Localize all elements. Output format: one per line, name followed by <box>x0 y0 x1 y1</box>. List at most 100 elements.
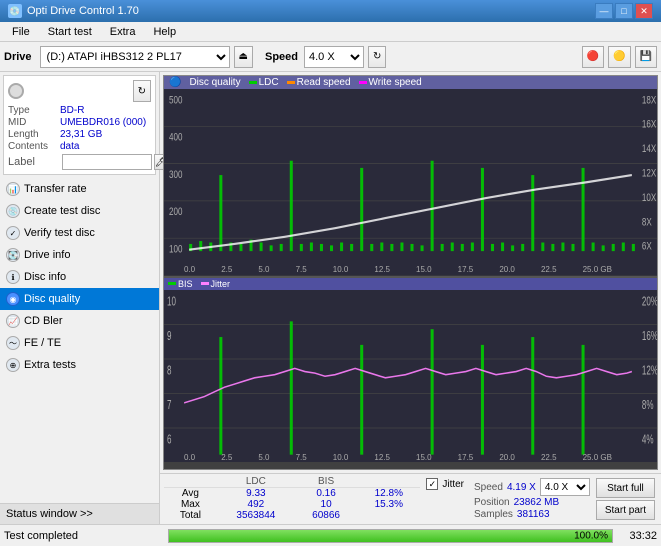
start-full-button[interactable]: Start full <box>596 478 655 498</box>
jitter-avg: 12.8% <box>357 488 420 500</box>
progress-bar: 100.0% <box>168 529 613 543</box>
chart-top: 500 400 300 200 100 18X 16X 14X 12X 10X … <box>164 89 657 276</box>
eject-button[interactable]: ⏏ <box>234 46 253 68</box>
right-panel: 🔵 Disc quality LDC Read speed Write spee… <box>160 72 661 524</box>
menu-extra[interactable]: Extra <box>102 24 144 40</box>
ldc-avg: 9.33 <box>217 488 295 500</box>
speed-info-panel: Speed 4.19 X 4.0 X Position 23862 MB Sam… <box>470 476 594 522</box>
bx-label-225: 22.5 <box>541 453 557 462</box>
sidebar-item-cd-bler[interactable]: 📈 CD Bler <box>0 310 159 332</box>
jitter-max: 15.3% <box>357 499 420 510</box>
minimize-button[interactable]: — <box>595 3 613 19</box>
chart-bottom-svg: 10 9 8 7 6 20% 16% 12% 8% 4% <box>164 290 657 463</box>
legend-jitter-dot <box>201 282 209 285</box>
app-title: Opti Drive Control 1.70 <box>27 5 139 17</box>
refresh-button[interactable]: ↻ <box>368 46 386 68</box>
save-button[interactable]: 💾 <box>635 46 657 68</box>
progress-text: 100.0% <box>574 530 608 541</box>
menu-file[interactable]: File <box>4 24 38 40</box>
stats-max-row: Max 492 10 15.3% <box>164 499 420 510</box>
legend-write-speed: Write speed <box>359 77 422 88</box>
sidebar-item-create-test-disc[interactable]: 💿 Create test disc <box>0 200 159 222</box>
title-bar-left: 💿 Opti Drive Control 1.70 <box>8 4 139 18</box>
svg-text:6X: 6X <box>642 240 652 253</box>
bx-label-200: 20.0 <box>499 453 515 462</box>
sidebar-item-fe-te[interactable]: 〜 FE / TE <box>0 332 159 354</box>
sidebar-item-verify-test-disc[interactable]: ✓ Verify test disc <box>0 222 159 244</box>
sidebar-item-disc-quality[interactable]: ◉ Disc quality <box>0 288 159 310</box>
jitter-label: Jitter <box>442 479 464 490</box>
disc-mid-row: MID UMEBDR016 (000) <box>8 117 151 128</box>
svg-text:8X: 8X <box>642 216 652 229</box>
jitter-section: ✓ Jitter <box>420 476 470 492</box>
svg-text:16%: 16% <box>642 329 657 343</box>
col-header-empty <box>164 476 217 488</box>
app-icon: 💿 <box>8 4 22 18</box>
status-window-button[interactable]: Status window >> <box>0 503 159 524</box>
chart-header: 🔵 Disc quality LDC Read speed Write spee… <box>164 76 657 89</box>
menu-bar: File Start test Extra Help <box>0 22 661 42</box>
chart-bottom-header: BIS Jitter <box>164 278 657 290</box>
x-label-225: 22.5 <box>541 265 557 274</box>
disc-refresh-btn[interactable]: ↻ <box>133 80 151 102</box>
speed-label: Speed <box>474 482 503 493</box>
legend-read-dot <box>287 81 295 84</box>
nav-label-drive: Drive info <box>24 249 70 261</box>
nav-label-disc-info: Disc info <box>24 271 66 283</box>
menu-help[interactable]: Help <box>145 24 184 40</box>
legend-ldc-label: LDC <box>259 77 279 88</box>
menu-start-test[interactable]: Start test <box>40 24 100 40</box>
svg-text:4%: 4% <box>642 432 654 446</box>
nav-label-create: Create test disc <box>24 205 100 217</box>
sidebar-item-extra-tests[interactable]: ⊕ Extra tests <box>0 354 159 376</box>
sidebar-item-disc-info[interactable]: ℹ Disc info <box>0 266 159 288</box>
sidebar-item-transfer-rate[interactable]: 📊 Transfer rate <box>0 178 159 200</box>
status-window-label: Status window >> <box>6 508 93 520</box>
legend-bis: BIS <box>168 279 193 289</box>
svg-text:10X: 10X <box>642 192 657 205</box>
disc-type-row: Type BD-R <box>8 105 151 116</box>
speed-select[interactable]: 4.0 X <box>304 46 364 68</box>
settings-button2[interactable]: 🟡 <box>608 46 630 68</box>
chart-container: 🔵 Disc quality LDC Read speed Write spee… <box>163 75 658 470</box>
svg-text:14X: 14X <box>642 143 657 156</box>
chart-title: Disc quality <box>189 77 240 88</box>
nav-label-cd-bler: CD Bler <box>24 315 63 327</box>
start-part-button[interactable]: Start part <box>596 500 655 520</box>
disc-length-val: 23,31 GB <box>60 129 102 140</box>
nav-label-fe-te: FE / TE <box>24 337 61 349</box>
chart-title-icon: 🔵 <box>169 77 181 88</box>
svg-text:400: 400 <box>169 131 183 144</box>
disc-length-key: Length <box>8 129 60 140</box>
nav-label-extra: Extra tests <box>24 359 76 371</box>
close-button[interactable]: ✕ <box>635 3 653 19</box>
stats-table: LDC BIS Avg 9.33 0.16 12.8% Max 492 <box>164 476 420 521</box>
sidebar: ↻ Type BD-R MID UMEBDR016 (000) Length 2… <box>0 72 160 524</box>
disc-icon <box>8 83 24 99</box>
legend-bis-label: BIS <box>178 279 193 289</box>
stats-speed-select[interactable]: 4.0 X <box>540 478 590 496</box>
legend-bis-dot <box>168 282 176 285</box>
sidebar-item-drive-info[interactable]: 💽 Drive info <box>0 244 159 266</box>
legend-jitter-label: Jitter <box>211 279 231 289</box>
svg-text:7: 7 <box>167 398 172 412</box>
legend-ldc: LDC <box>249 77 279 88</box>
x-label-25: 2.5 <box>221 265 232 274</box>
settings-button1[interactable]: 🔴 <box>582 46 604 68</box>
x-label-200: 20.0 <box>499 265 515 274</box>
disc-label-input[interactable] <box>62 154 152 170</box>
svg-text:100: 100 <box>169 243 183 256</box>
drive-select[interactable]: (D:) ATAPI iHBS312 2 PL17 <box>40 46 230 68</box>
disc-panel: ↻ Type BD-R MID UMEBDR016 (000) Length 2… <box>3 75 156 175</box>
col-header-ldc: LDC <box>217 476 295 488</box>
samples-row: Samples 381163 <box>474 509 590 520</box>
bx-label-250: 25.0 GB <box>583 453 612 462</box>
svg-text:200: 200 <box>169 206 183 219</box>
ldc-max: 492 <box>217 499 295 510</box>
nav-icon-drive: 💽 <box>6 248 20 262</box>
col-header-jitter-spacer <box>357 476 420 488</box>
maximize-button[interactable]: □ <box>615 3 633 19</box>
disc-label-key: Label <box>8 156 60 168</box>
jitter-checkbox[interactable]: ✓ <box>426 478 438 490</box>
disc-contents-row: Contents data <box>8 141 151 152</box>
